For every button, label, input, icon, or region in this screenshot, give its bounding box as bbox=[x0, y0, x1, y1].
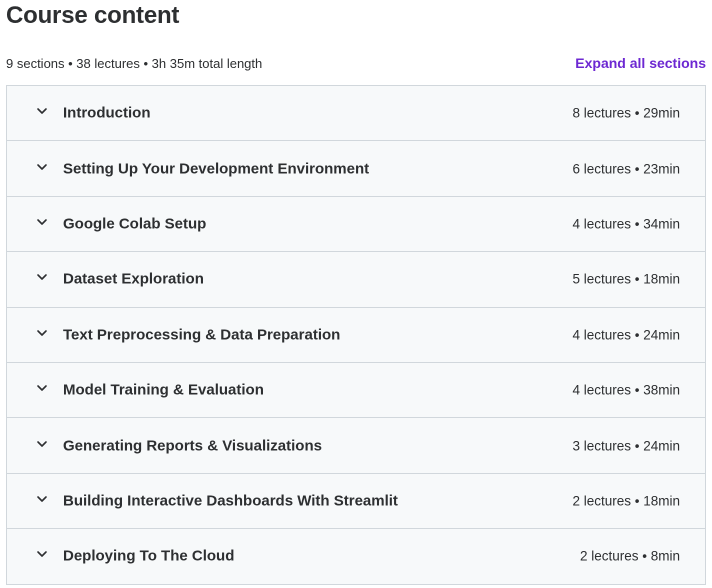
section-title: Deploying To The Cloud bbox=[63, 547, 235, 565]
section-meta: 4 lectures • 24min bbox=[572, 327, 680, 343]
section-title: Introduction bbox=[63, 104, 151, 122]
chevron-down-icon bbox=[35, 104, 49, 118]
section-row[interactable]: Generating Reports & Visualizations 3 le… bbox=[7, 418, 705, 474]
section-meta: 8 lectures • 29min bbox=[572, 105, 680, 121]
section-list: Introduction 8 lectures • 29min Setting … bbox=[6, 85, 706, 585]
chevron-down-icon bbox=[35, 160, 49, 174]
section-title: Google Colab Setup bbox=[63, 215, 207, 233]
section-row[interactable]: Setting Up Your Development Environment … bbox=[7, 141, 705, 197]
section-meta: 2 lectures • 8min bbox=[579, 548, 680, 564]
section-row[interactable]: Introduction 8 lectures • 29min bbox=[7, 86, 705, 142]
section-title: Text Preprocessing & Data Preparation bbox=[63, 326, 341, 344]
section-title: Dataset Exploration bbox=[63, 270, 204, 288]
section-title: Generating Reports & Visualizations bbox=[63, 437, 322, 455]
page-title: Course content bbox=[6, 2, 180, 29]
section-row[interactable]: Text Preprocessing & Data Preparation 4 … bbox=[7, 307, 705, 363]
section-meta: 3 lectures • 24min bbox=[572, 438, 680, 454]
section-meta: 6 lectures • 23min bbox=[572, 161, 680, 177]
section-meta: 5 lectures • 18min bbox=[572, 271, 680, 287]
expand-all-sections-button[interactable]: Expand all sections bbox=[575, 55, 706, 71]
section-meta: 4 lectures • 38min bbox=[572, 382, 680, 398]
chevron-down-icon bbox=[35, 381, 49, 395]
chevron-down-icon bbox=[35, 215, 49, 229]
course-summary-bar: 9 sections • 38 lectures • 3h 35m total … bbox=[0, 54, 712, 76]
section-row[interactable]: Building Interactive Dashboards With Str… bbox=[7, 473, 705, 530]
chevron-down-icon bbox=[35, 492, 49, 506]
section-row[interactable]: Deploying To The Cloud 2 lectures • 8min bbox=[7, 529, 705, 585]
section-row[interactable]: Model Training & Evaluation 4 lectures •… bbox=[7, 362, 705, 419]
chevron-down-icon bbox=[35, 326, 49, 340]
chevron-down-icon bbox=[35, 270, 49, 284]
course-summary-text: 9 sections • 38 lectures • 3h 35m total … bbox=[6, 56, 263, 71]
section-title: Building Interactive Dashboards With Str… bbox=[63, 492, 398, 510]
section-row[interactable]: Google Colab Setup 4 lectures • 34min bbox=[7, 196, 705, 253]
course-content-panel: Course content 9 sections • 38 lectures … bbox=[0, 0, 712, 588]
section-title: Setting Up Your Development Environment bbox=[63, 160, 370, 178]
section-title: Model Training & Evaluation bbox=[63, 381, 264, 399]
chevron-down-icon bbox=[35, 437, 49, 451]
section-row[interactable]: Dataset Exploration 5 lectures • 18min bbox=[7, 252, 705, 308]
section-meta: 2 lectures • 18min bbox=[572, 493, 680, 509]
section-meta: 4 lectures • 34min bbox=[572, 216, 680, 232]
chevron-down-icon bbox=[35, 547, 49, 561]
